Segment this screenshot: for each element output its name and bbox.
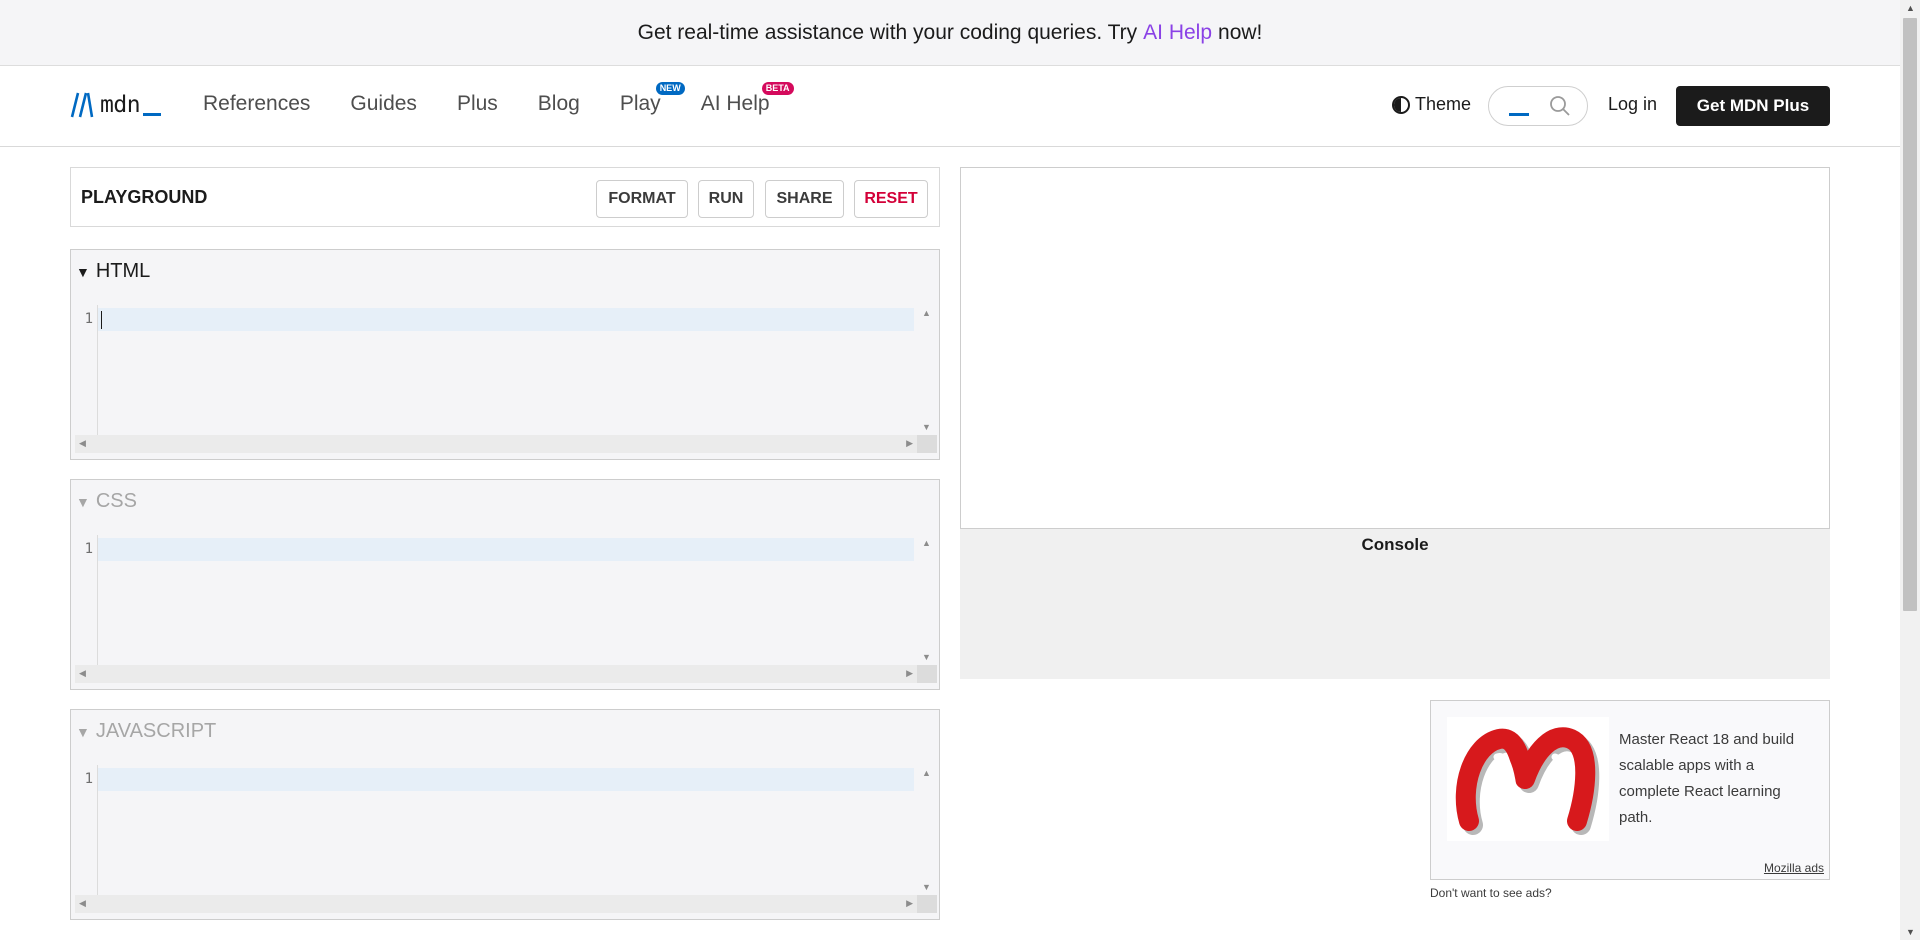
scroll-corner bbox=[917, 665, 937, 683]
format-button[interactable]: FORMAT bbox=[596, 180, 688, 218]
editor-label: CSS bbox=[95, 490, 137, 512]
line-gutter: 1 bbox=[75, 305, 98, 435]
mdn-logo[interactable]: mdn bbox=[70, 92, 162, 118]
collapse-triangle-icon: ▼ bbox=[76, 723, 90, 740]
active-line bbox=[98, 308, 914, 331]
scrollbar-thumb[interactable] bbox=[1903, 18, 1917, 611]
run-button[interactable]: RUN bbox=[698, 180, 754, 218]
code-area[interactable]: 1 ▲ ▼ ◀ ▶ bbox=[75, 765, 939, 915]
vertical-scrollbar[interactable]: ▲ ▼ bbox=[917, 305, 937, 435]
nav-label: AI Help bbox=[700, 92, 770, 115]
scroll-corner bbox=[917, 435, 937, 453]
horizontal-scrollbar[interactable]: ◀ ▶ bbox=[75, 665, 917, 683]
active-line bbox=[98, 538, 914, 561]
line-number: 1 bbox=[84, 771, 93, 787]
nav-label: Play bbox=[619, 92, 661, 115]
main-nav: References Guides Plus Blog Play NEW AI … bbox=[203, 82, 810, 116]
line-number: 1 bbox=[84, 541, 93, 557]
nav-label: Guides bbox=[350, 92, 417, 115]
code-area[interactable]: 1 ▲ ▼ ◀ ▶ bbox=[75, 535, 939, 685]
line-gutter: 1 bbox=[75, 765, 98, 895]
ad-m-logo-icon bbox=[1455, 727, 1600, 835]
html-editor: ▼ HTML 1 ▲ ▼ ◀ ▶ bbox=[70, 249, 940, 460]
nav-references[interactable]: References bbox=[203, 92, 310, 116]
scroll-down-arrow-icon[interactable]: ▼ bbox=[1906, 927, 1915, 937]
reset-button[interactable]: RESET bbox=[854, 180, 928, 218]
code-area[interactable]: 1 ▲ ▼ ◀ ▶ bbox=[75, 305, 939, 455]
playground-title: PLAYGROUND bbox=[81, 187, 208, 207]
nav-play[interactable]: Play NEW bbox=[619, 82, 685, 116]
collapse-triangle-icon: ▼ bbox=[76, 493, 90, 510]
theme-label: Theme bbox=[1415, 94, 1472, 114]
ad-logo bbox=[1447, 717, 1609, 841]
no-ads-link[interactable]: Don't want to see ads? bbox=[1430, 886, 1552, 900]
scroll-up-arrow-icon[interactable]: ▲ bbox=[1906, 3, 1915, 13]
horizontal-scrollbar[interactable]: ◀ ▶ bbox=[75, 895, 917, 913]
logo-text: mdn bbox=[100, 92, 141, 118]
search-icon bbox=[1550, 96, 1570, 116]
beta-badge: BETA bbox=[761, 82, 794, 95]
css-editor: ▼ CSS 1 ▲ ▼ ◀ ▶ bbox=[70, 479, 940, 690]
line-number: 1 bbox=[84, 311, 93, 327]
logo-underscore bbox=[143, 113, 162, 116]
search-input[interactable] bbox=[1488, 86, 1588, 126]
vertical-scrollbar[interactable]: ▲ ▼ bbox=[917, 765, 937, 895]
nav-label: References bbox=[203, 92, 311, 115]
banner-text-after: now! bbox=[1218, 20, 1263, 44]
announcement-banner: Get real-time assistance with your codin… bbox=[0, 0, 1900, 66]
javascript-editor-header[interactable]: ▼ JAVASCRIPT bbox=[76, 720, 216, 743]
page-scrollbar[interactable]: ▲ ▼ bbox=[1900, 0, 1920, 940]
share-button[interactable]: SHARE bbox=[765, 180, 844, 218]
nav-guides[interactable]: Guides bbox=[350, 92, 417, 116]
editor-label: HTML bbox=[95, 260, 151, 282]
javascript-editor: ▼ JAVASCRIPT 1 ▲ ▼ ◀ ▶ bbox=[70, 709, 940, 920]
theme-toggle[interactable]: Theme bbox=[1392, 94, 1471, 115]
nav-label: Blog bbox=[537, 92, 580, 115]
scroll-corner bbox=[917, 895, 937, 913]
nav-blog[interactable]: Blog bbox=[538, 92, 580, 116]
playground-toolbar: PLAYGROUND FORMAT RUN SHARE RESET bbox=[70, 167, 940, 227]
html-editor-header[interactable]: ▼ HTML bbox=[76, 260, 150, 283]
get-mdn-plus-button[interactable]: Get MDN Plus bbox=[1676, 86, 1830, 126]
vertical-scrollbar[interactable]: ▲ ▼ bbox=[917, 535, 937, 665]
nav-ai-help[interactable]: AI Help BETA bbox=[700, 82, 794, 116]
ai-help-link[interactable]: AI Help bbox=[1143, 21, 1212, 45]
output-frame[interactable] bbox=[960, 167, 1830, 529]
search-caret bbox=[1509, 113, 1529, 116]
banner-text: Get real-time assistance with your codin… bbox=[637, 20, 1138, 44]
text-cursor bbox=[101, 311, 102, 329]
mozilla-ads-link[interactable]: Mozilla ads bbox=[1764, 861, 1824, 875]
nav-label: Plus bbox=[456, 92, 498, 115]
mdn-logo-icon bbox=[70, 92, 94, 118]
new-badge: NEW bbox=[655, 82, 685, 95]
ad-banner[interactable]: Master React 18 and build scalable apps … bbox=[1430, 700, 1830, 880]
css-editor-header[interactable]: ▼ CSS bbox=[76, 490, 137, 513]
theme-icon bbox=[1392, 95, 1410, 114]
console-panel: Console bbox=[960, 529, 1830, 679]
line-gutter: 1 bbox=[75, 535, 98, 665]
editor-label: JAVASCRIPT bbox=[95, 720, 217, 742]
login-link[interactable]: Log in bbox=[1608, 94, 1657, 115]
collapse-triangle-icon: ▼ bbox=[76, 263, 90, 280]
horizontal-scrollbar[interactable]: ◀ ▶ bbox=[75, 435, 917, 453]
site-header: mdn References Guides Plus Blog Play NEW… bbox=[0, 66, 1900, 147]
active-line bbox=[98, 768, 914, 791]
nav-plus[interactable]: Plus bbox=[457, 92, 498, 116]
ad-text: Master React 18 and build scalable apps … bbox=[1619, 731, 1795, 826]
console-title: Console bbox=[1361, 535, 1429, 554]
